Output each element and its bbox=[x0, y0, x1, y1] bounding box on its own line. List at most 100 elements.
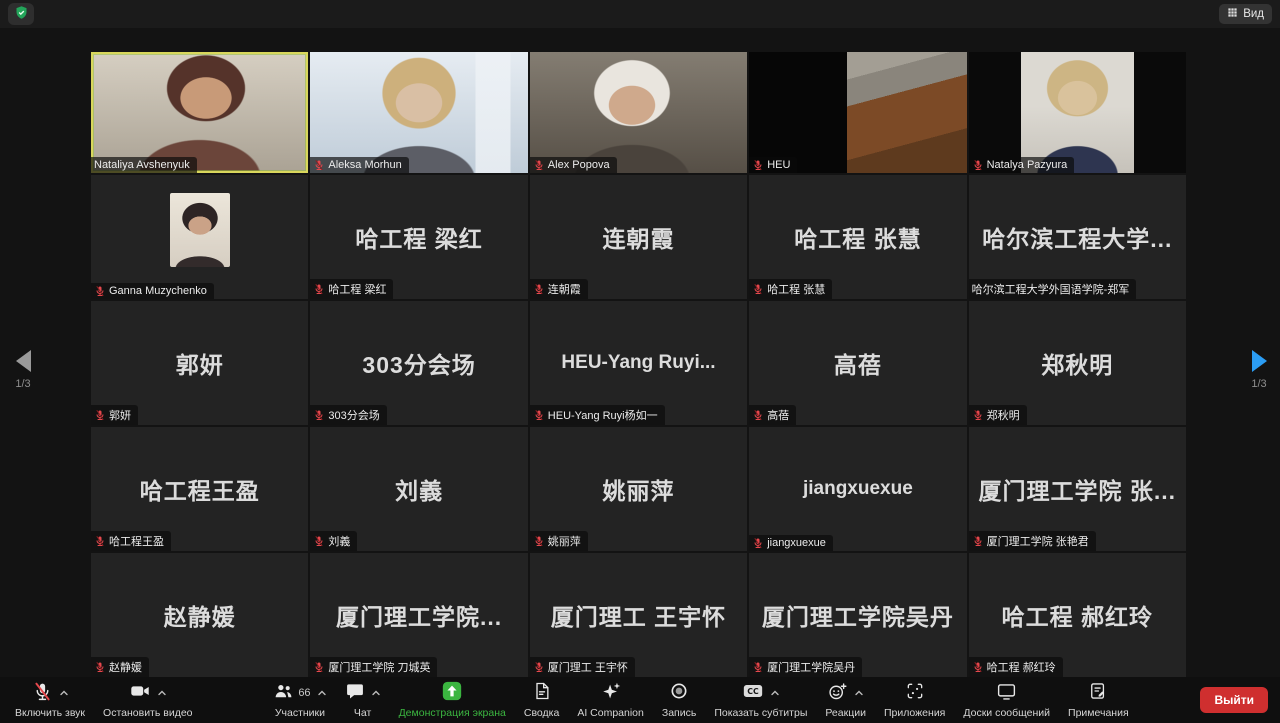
previous-page-nav: 1/3 bbox=[6, 350, 40, 390]
shield-check-icon bbox=[14, 5, 29, 23]
participant-tile[interactable]: 赵静媛 赵静媛 bbox=[91, 553, 309, 677]
participant-name-text: 郑秋明 bbox=[986, 410, 1020, 422]
participant-display-name: 厦门理工学院吴丹 bbox=[761, 604, 954, 630]
participants-label: Участники bbox=[274, 706, 326, 719]
participant-tile[interactable]: 哈工程 张慧 哈工程 张慧 bbox=[749, 175, 967, 299]
participant-tile[interactable]: Ganna Muzychenko bbox=[91, 175, 309, 299]
document-icon bbox=[532, 681, 552, 704]
notes-icon bbox=[1088, 681, 1108, 704]
muted-mic-icon bbox=[313, 409, 325, 421]
share-screen-label: Демонстрация экрана bbox=[398, 706, 506, 719]
muted-mic-icon bbox=[94, 535, 106, 547]
participant-tile[interactable]: 郭妍 郭妍 bbox=[91, 301, 309, 425]
muted-mic-icon bbox=[533, 409, 545, 421]
participant-tile[interactable]: 303分会场 303分会场 bbox=[310, 301, 528, 425]
muted-mic-icon bbox=[752, 661, 764, 673]
muted-mic-icon bbox=[94, 409, 106, 421]
notes-button[interactable]: Примечания bbox=[1059, 677, 1138, 723]
unmute-label: Включить звук bbox=[15, 706, 86, 719]
view-button[interactable]: Вид bbox=[1219, 4, 1272, 24]
participant-name-text: 连朝霞 bbox=[547, 284, 581, 296]
captions-button[interactable]: CC Показать субтитры bbox=[705, 677, 816, 723]
smiley-icon bbox=[827, 681, 848, 705]
participant-tile[interactable]: 哈工程 郝红玲 哈工程 郝红玲 bbox=[968, 553, 1186, 677]
participant-name-text: HEU bbox=[767, 159, 791, 171]
security-shield-button[interactable] bbox=[8, 3, 34, 25]
participant-tile[interactable]: Aleksa Morhun bbox=[310, 52, 528, 173]
next-page-arrow-icon[interactable] bbox=[1251, 350, 1267, 372]
apps-button[interactable]: Приложения bbox=[875, 677, 954, 723]
participants-options-caret[interactable] bbox=[317, 689, 327, 697]
record-button[interactable]: Запись bbox=[653, 677, 705, 723]
participant-display-name: 哈工程 梁红 bbox=[355, 226, 483, 252]
participant-tile[interactable]: HEU bbox=[749, 52, 967, 173]
participant-name-label: 哈尔滨工程大学外国语学院-郑军 bbox=[968, 279, 1137, 299]
participants-button[interactable]: 66 Участники bbox=[264, 677, 335, 723]
reactions-button[interactable]: Реакции bbox=[816, 677, 875, 723]
participant-tile[interactable]: 哈工程王盈 哈工程王盈 bbox=[91, 427, 309, 551]
participant-tile[interactable]: Nataliya Avshenyuk bbox=[91, 52, 309, 173]
captions-label: Показать субтитры bbox=[714, 706, 808, 719]
stop-video-button[interactable]: Остановить видео bbox=[94, 677, 201, 723]
participant-tile[interactable]: HEU-Yang Ruyi... HEU-Yang Ruyi杨如一 bbox=[529, 301, 748, 425]
participant-tile[interactable]: 高蓓 高蓓 bbox=[749, 301, 967, 425]
participant-name-label: 高蓓 bbox=[749, 405, 797, 425]
participant-display-name: 姚丽萍 bbox=[602, 478, 675, 504]
stop-video-options-caret[interactable] bbox=[157, 689, 167, 697]
participant-name-text: 哈工程 郝红玲 bbox=[986, 662, 1056, 674]
leave-button[interactable]: Выйти bbox=[1200, 687, 1268, 713]
participant-tile[interactable]: 厦门理工学院 张... 厦门理工学院 张艳君 bbox=[968, 427, 1186, 551]
participant-name-label: 厦门理工学院 张艳君 bbox=[968, 531, 1096, 551]
participant-name-label: 赵静媛 bbox=[91, 657, 149, 677]
muted-mic-icon bbox=[313, 283, 325, 295]
avatar bbox=[169, 193, 230, 267]
participant-name-label: Natalya Pazyura bbox=[968, 157, 1075, 173]
participant-display-name: 郑秋明 bbox=[1041, 352, 1114, 378]
participant-name-text: jiangxuexue bbox=[767, 537, 826, 549]
unmute-button[interactable]: Включить звук bbox=[6, 677, 94, 723]
participant-display-name: 厦门理工 王宇怀 bbox=[550, 604, 727, 630]
participant-display-name: 厦门理工学院... bbox=[336, 604, 503, 630]
participant-tile[interactable]: 郑秋明 郑秋明 bbox=[968, 301, 1186, 425]
ai-companion-button[interactable]: AI Companion bbox=[568, 677, 653, 723]
summary-button[interactable]: Сводка bbox=[515, 677, 568, 723]
participant-tile[interactable]: 厦门理工学院吴丹 厦门理工学院吴丹 bbox=[749, 553, 967, 677]
participant-tile[interactable]: 厦门理工学院... 厦门理工学院 刀城英 bbox=[310, 553, 528, 677]
previous-page-arrow-icon[interactable] bbox=[15, 350, 31, 372]
muted-mic-icon bbox=[533, 661, 545, 673]
participant-tile[interactable]: 刘義 刘義 bbox=[310, 427, 528, 551]
unmute-options-caret[interactable] bbox=[59, 689, 69, 697]
muted-mic-icon bbox=[533, 535, 545, 547]
share-screen-button[interactable]: Демонстрация экрана bbox=[390, 677, 515, 723]
participant-name-text: Natalya Pazyura bbox=[986, 159, 1068, 171]
participant-tile[interactable]: jiangxuexue jiangxuexue bbox=[749, 427, 967, 551]
reactions-options-caret[interactable] bbox=[854, 689, 864, 697]
muted-mic-icon bbox=[972, 409, 984, 421]
participant-tile[interactable]: Natalya Pazyura bbox=[968, 52, 1186, 173]
participant-name-text: Alex Popova bbox=[547, 159, 610, 171]
participant-display-name: 连朝霞 bbox=[602, 226, 675, 252]
participant-tile[interactable]: 姚丽萍 姚丽萍 bbox=[529, 427, 748, 551]
participant-tile[interactable]: 厦门理工 王宇怀 厦门理工 王宇怀 bbox=[529, 553, 748, 677]
captions-options-caret[interactable] bbox=[770, 689, 780, 697]
chat-button[interactable]: Чат bbox=[336, 677, 390, 723]
muted-mic-icon bbox=[533, 159, 545, 171]
participant-tile[interactable]: Alex Popova bbox=[529, 52, 748, 173]
muted-mic-icon bbox=[752, 283, 764, 295]
whiteboards-button[interactable]: Доски сообщений bbox=[954, 677, 1059, 723]
participant-name-label: 厦门理工学院吴丹 bbox=[749, 657, 863, 677]
participant-tile[interactable]: 哈尔滨工程大学... 哈尔滨工程大学外国语学院-郑军 bbox=[968, 175, 1186, 299]
stop-video-label: Остановить видео bbox=[103, 706, 193, 719]
chat-options-caret[interactable] bbox=[371, 689, 381, 697]
participant-name-label: 厦门理工学院 刀城英 bbox=[310, 657, 438, 677]
record-icon bbox=[669, 681, 689, 704]
participant-name-label: 连朝霞 bbox=[529, 279, 588, 299]
participant-name-label: Aleksa Morhun bbox=[310, 157, 409, 173]
participant-name-label: Nataliya Avshenyuk bbox=[91, 157, 197, 173]
participant-tile[interactable]: 连朝霞 连朝霞 bbox=[529, 175, 748, 299]
participant-name-text: 高蓓 bbox=[767, 410, 790, 422]
participant-tile[interactable]: 哈工程 梁红 哈工程 梁红 bbox=[310, 175, 528, 299]
participant-display-name: 刘義 bbox=[395, 478, 444, 504]
apps-icon bbox=[905, 681, 925, 704]
participant-name-label: HEU bbox=[749, 157, 798, 173]
